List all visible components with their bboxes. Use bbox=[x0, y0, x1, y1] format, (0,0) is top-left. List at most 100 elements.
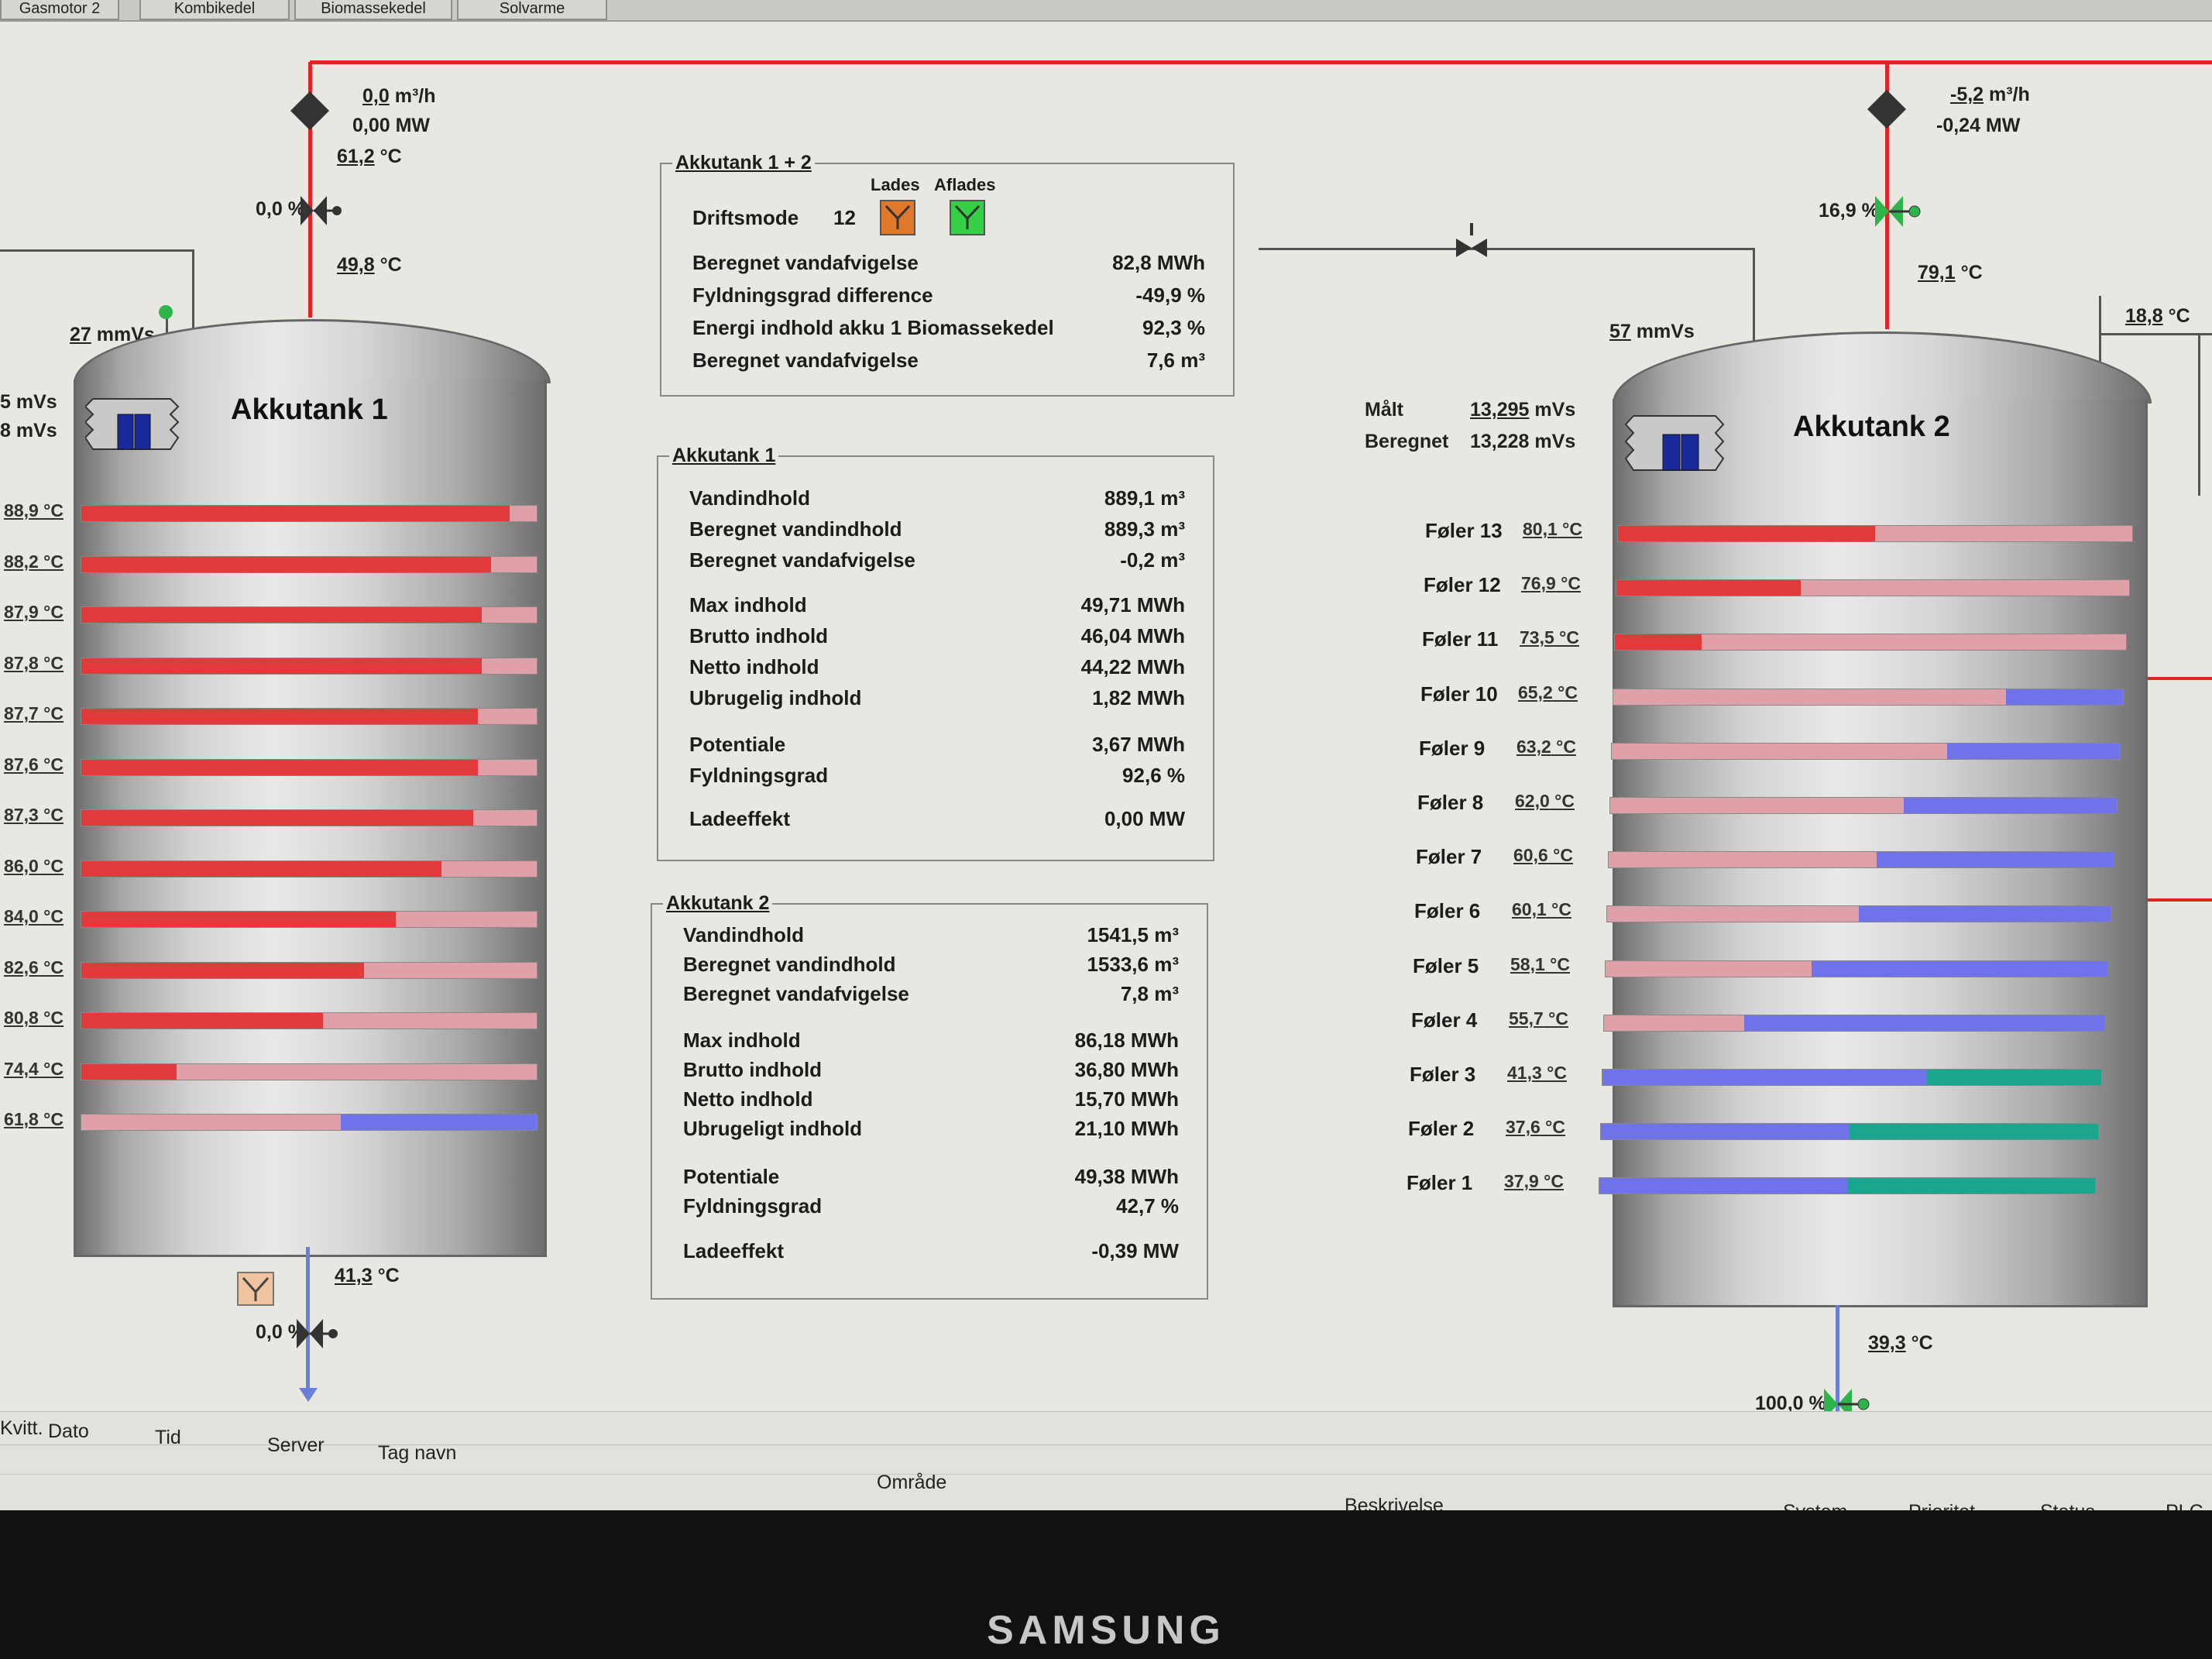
tank1-layer-bar-segment bbox=[81, 860, 441, 877]
aflades-indicator-icon[interactable] bbox=[950, 200, 985, 235]
tank1-layer-temp: 61,8 °C bbox=[4, 1109, 64, 1129]
tank2-sensor-label: Føler 4 bbox=[1411, 1008, 1478, 1032]
info-row-label: Max indhold bbox=[683, 1029, 801, 1052]
temp-unit: °C bbox=[38, 602, 64, 622]
col-status[interactable]: Status bbox=[2040, 1501, 2095, 1510]
tank1-layer-bar-segment bbox=[81, 1013, 323, 1029]
tank1-top-valve-icon[interactable] bbox=[298, 194, 345, 228]
tank1-check-valve-icon[interactable] bbox=[290, 91, 329, 130]
info-row-label: Max indhold bbox=[689, 593, 807, 617]
tank2-sensor-bar-segment bbox=[1859, 906, 2111, 922]
tank1-bottom-valve-icon[interactable] bbox=[294, 1317, 341, 1351]
col-plc[interactable]: PLC bbox=[2166, 1501, 2203, 1510]
tank2-sensor-label: Føler 7 bbox=[1416, 845, 1482, 869]
tank2-sensor-label: Føler 5 bbox=[1413, 953, 1479, 977]
tank1-riser-temp: 49,8 bbox=[337, 254, 375, 276]
tank1-charge-icon[interactable] bbox=[237, 1272, 274, 1306]
panel-akkutank-2-title: Akkutank 2 bbox=[663, 892, 773, 915]
info-row-value: 15,70 MWh bbox=[1074, 1087, 1179, 1111]
top-tab-bar: Gasmotor 2 Kombikedel Biomassekedel Solv… bbox=[0, 0, 2212, 22]
tank1-level-sensor-icon[interactable] bbox=[159, 305, 173, 319]
tab-kombikedel[interactable]: Kombikedel bbox=[139, 0, 290, 20]
tank2-sensor-label: Føler 3 bbox=[1410, 1063, 1476, 1086]
info-row: Ladeeffekt 0,00 MW bbox=[658, 807, 1213, 833]
tank2-riser-temp: 79,1 bbox=[1918, 262, 1956, 283]
info-row-value: 1,82 MWh bbox=[1092, 686, 1185, 709]
info-row-label: Brutto indhold bbox=[683, 1058, 823, 1081]
info-row: Fyldningsgrad 42,7 % bbox=[652, 1194, 1207, 1221]
info-row-value: 1533,6 m³ bbox=[1087, 953, 1179, 976]
tank2-sensor-bar-segment bbox=[1610, 798, 1905, 813]
panel-akkutank-1-2: Akkutank 1 + 2 Lades Aflades Driftsmode … bbox=[660, 152, 1235, 397]
monitor-brand-logo: SAMSUNG bbox=[987, 1608, 1225, 1653]
tank2-flow-unit: m³/h bbox=[1989, 84, 2030, 105]
tank1-flow-unit: m³/h bbox=[394, 85, 436, 107]
col-beskrivelse[interactable]: Beskrivelse bbox=[1345, 1495, 1444, 1510]
info-row-value: 92,3 % bbox=[1142, 316, 1205, 339]
maalt-label: Målt bbox=[1365, 399, 1403, 421]
col-prioritet[interactable]: Prioritet bbox=[1908, 1501, 1975, 1510]
info-row-label: Netto indhold bbox=[689, 655, 819, 678]
tank2-top-valve-icon[interactable] bbox=[1873, 194, 1922, 229]
tank2-level-value: 57 bbox=[1609, 321, 1631, 342]
tank2-sensor-label: Føler 2 bbox=[1408, 1117, 1475, 1141]
maalt-unit: mVs bbox=[1534, 399, 1576, 421]
info-row-value: 36,80 MWh bbox=[1074, 1058, 1179, 1081]
col-tag-navn[interactable]: Tag navn bbox=[378, 1442, 456, 1465]
tank2-check-valve-icon[interactable] bbox=[1867, 90, 1906, 129]
info-row: Brutto indhold 46,04 MWh bbox=[658, 624, 1213, 651]
tab-gasmotor-2[interactable]: Gasmotor 2 bbox=[0, 0, 119, 20]
tank1-layer-bar bbox=[81, 1063, 538, 1080]
col-kvitt[interactable]: Kvitt. bbox=[0, 1417, 43, 1440]
temp-unit: °C bbox=[1541, 1063, 1567, 1083]
tank2-sensor-temp: 65,2 °C bbox=[1518, 682, 1578, 702]
tank2-sensor-bar-segment bbox=[1615, 634, 1702, 651]
info-row-label: Ubrugelig indhold bbox=[689, 686, 862, 709]
temp-unit: °C bbox=[1960, 262, 1983, 283]
lades-label: Lades bbox=[871, 175, 920, 194]
tank2-sensor-temp: 58,1 °C bbox=[1510, 953, 1570, 974]
tank2-sensor-bar-segment bbox=[1612, 743, 1947, 759]
info-row: Ubrugelig indhold 1,82 MWh bbox=[658, 686, 1213, 713]
tank1-layer-temp: 88,9 °C bbox=[4, 500, 64, 520]
connection-valve-icon[interactable] bbox=[1456, 223, 1487, 260]
info-row-value: 86,18 MWh bbox=[1074, 1029, 1179, 1052]
tank1-layer-bar-segment bbox=[477, 759, 537, 775]
col-system[interactable]: System bbox=[1783, 1501, 1847, 1510]
tank2-sensor-bar bbox=[1606, 905, 2111, 923]
alarm-list[interactable] bbox=[0, 1411, 2212, 1510]
tank1-layer-temp: 87,8 °C bbox=[4, 652, 64, 673]
tank1-layer-bar bbox=[81, 606, 538, 623]
tank1-layer-bar-segment bbox=[441, 860, 537, 877]
temp-unit: °C bbox=[1547, 845, 1573, 866]
info-row-value: 889,3 m³ bbox=[1104, 517, 1185, 541]
tank1-layer-bar-segment bbox=[81, 912, 396, 927]
tank1-layer-bar-segment bbox=[491, 556, 537, 572]
info-row: Beregnet vandafvigelse -0,2 m³ bbox=[658, 548, 1213, 575]
col-omraade[interactable]: Område bbox=[877, 1472, 946, 1494]
temp-unit: °C bbox=[1554, 627, 1579, 648]
tank2-sensor-bar-segment bbox=[2005, 689, 2123, 705]
tank2-sensor-bar-segment bbox=[1616, 580, 1802, 596]
col-dato[interactable]: Dato bbox=[48, 1420, 89, 1443]
lades-indicator-icon[interactable] bbox=[880, 200, 915, 235]
info-row: Ubrugeligt indhold 21,10 MWh bbox=[652, 1117, 1207, 1143]
info-row-label: Beregnet vandafvigelse bbox=[692, 349, 919, 372]
tank2-level-unit: mmVs bbox=[1636, 321, 1695, 342]
tank1-layer-temp: 86,0 °C bbox=[4, 855, 64, 876]
col-tid[interactable]: Tid bbox=[155, 1427, 181, 1449]
info-row-label: Ladeeffekt bbox=[683, 1239, 785, 1262]
tank1-top-temp: 61,2 bbox=[337, 146, 375, 167]
tank2-sensor-temp: 60,6 °C bbox=[1513, 845, 1573, 866]
info-row: Beregnet vandafvigelse 7,8 m³ bbox=[652, 982, 1207, 1008]
tank2-sensor-bar-segment bbox=[1601, 1124, 1850, 1140]
col-server[interactable]: Server bbox=[267, 1434, 325, 1457]
tank1-bottom-temp: 41,3 bbox=[335, 1265, 373, 1286]
tab-solvarme[interactable]: Solvarme bbox=[457, 0, 607, 20]
tab-biomassekedel[interactable]: Biomassekedel bbox=[294, 0, 452, 20]
tank2-sensor-temp: 60,1 °C bbox=[1512, 899, 1571, 920]
info-row-value: -0,2 m³ bbox=[1120, 548, 1185, 572]
tank2-valve-top-percent: 16,9 % bbox=[1819, 200, 1879, 222]
tank1-tank-icon bbox=[85, 398, 180, 450]
tank2-sensor-bar-segment bbox=[1702, 634, 2126, 651]
